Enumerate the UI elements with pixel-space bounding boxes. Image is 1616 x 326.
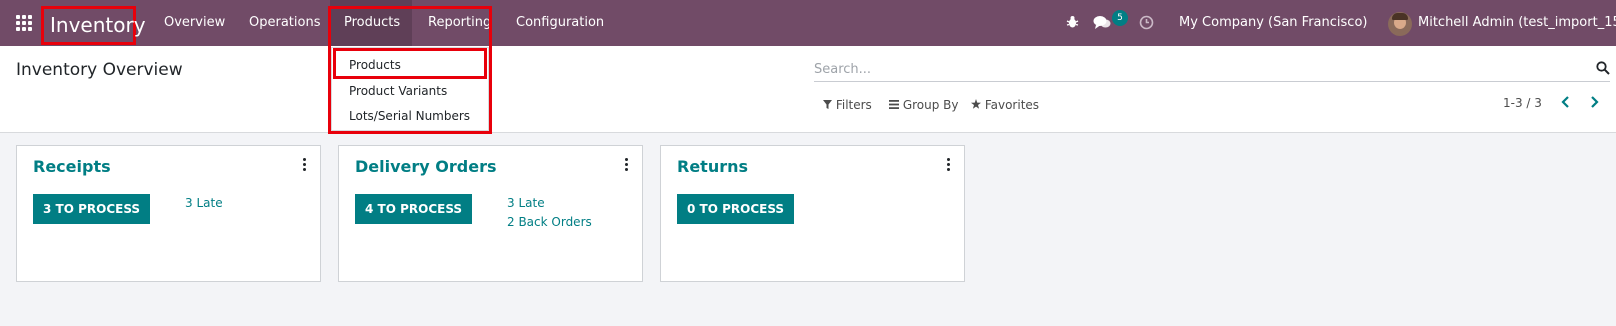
menu-products[interactable]: Products (344, 0, 400, 46)
late-link[interactable]: 3 Late (507, 196, 545, 210)
filters-button[interactable]: Filters (823, 98, 872, 112)
favorites-label: Favorites (984, 98, 1040, 112)
kebab-menu-icon[interactable] (303, 158, 307, 172)
bug-icon[interactable] (1066, 15, 1079, 29)
app-brand[interactable]: Inventory (41, 6, 146, 45)
card-delivery-orders: Delivery Orders 4 TO PROCESS 3 Late 2 Ba… (338, 145, 643, 282)
page-title: Inventory Overview (16, 60, 183, 80)
late-link[interactable]: 3 Late (185, 196, 223, 210)
filter-icon (823, 100, 832, 109)
user-avatar[interactable] (1388, 12, 1412, 36)
group-by-label: Group By (902, 98, 959, 112)
pager-value[interactable]: 1-3 / 3 (1503, 96, 1542, 110)
company-switcher[interactable]: My Company (San Francisco) (1179, 0, 1367, 45)
search-icon[interactable] (1596, 61, 1610, 75)
card-receipts: Receipts 3 TO PROCESS 3 Late (16, 145, 321, 282)
chat-icon[interactable] (1093, 15, 1111, 30)
dropdown-item-product-variants[interactable]: Product Variants (349, 84, 447, 98)
menu-reporting[interactable]: Reporting (428, 0, 491, 46)
chevron-left-icon[interactable] (1558, 94, 1574, 110)
group-by-button[interactable]: Group By (889, 98, 959, 112)
card-title[interactable]: Delivery Orders (355, 157, 496, 176)
dropdown-item-products[interactable]: Products (349, 58, 401, 72)
menu-configuration[interactable]: Configuration (516, 0, 604, 46)
card-title[interactable]: Receipts (33, 157, 111, 176)
search-bar (814, 57, 1610, 82)
control-panel: Inventory Overview Filters Group By Favo… (0, 46, 1616, 133)
back-orders-link[interactable]: 2 Back Orders (507, 215, 592, 229)
process-button[interactable]: 0 TO PROCESS (677, 194, 795, 224)
favorites-button[interactable]: Favorites (971, 98, 1039, 112)
user-menu[interactable]: Mitchell Admin (test_import_15e) (1418, 0, 1616, 45)
dropdown-item-lots-serial-numbers[interactable]: Lots/Serial Numbers (349, 109, 470, 123)
top-navbar: Inventory Overview Operations Products R… (0, 0, 1616, 46)
filters-label: Filters (835, 98, 872, 112)
kebab-menu-icon[interactable] (625, 158, 629, 172)
clock-icon[interactable] (1139, 15, 1154, 30)
card-title[interactable]: Returns (677, 157, 748, 176)
products-dropdown-menu: Products Product Variants Lots/Serial Nu… (331, 47, 489, 131)
kebab-menu-icon[interactable] (947, 158, 951, 172)
process-button[interactable]: 3 TO PROCESS (33, 194, 151, 224)
chat-count-badge: 5 (1112, 10, 1128, 26)
list-icon (889, 100, 899, 109)
card-returns: Returns 0 TO PROCESS (660, 145, 965, 282)
app-grid-icon[interactable] (16, 15, 33, 32)
chevron-right-icon[interactable] (1586, 94, 1602, 110)
star-icon (971, 99, 981, 109)
menu-overview[interactable]: Overview (164, 0, 225, 46)
menu-operations[interactable]: Operations (249, 0, 320, 46)
process-button[interactable]: 4 TO PROCESS (355, 194, 473, 224)
search-input[interactable] (814, 57, 1574, 81)
